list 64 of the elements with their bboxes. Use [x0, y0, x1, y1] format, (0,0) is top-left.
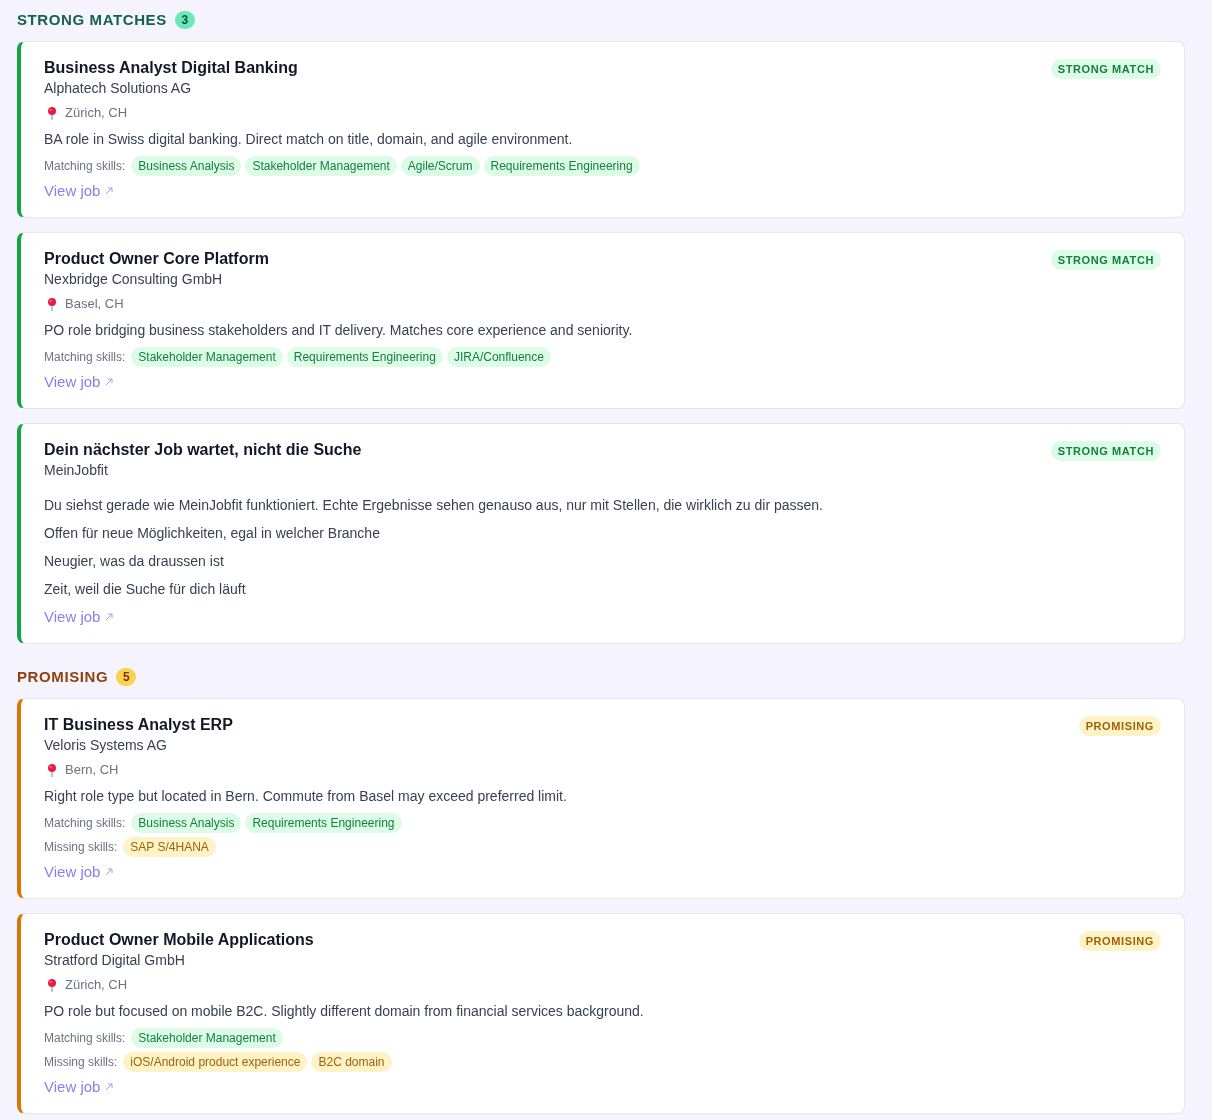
job-title: Business Analyst Digital Banking — [44, 58, 298, 78]
skill-tag: iOS/Android product experience — [123, 1052, 308, 1072]
job-description: Du siehst gerade wie MeinJobfit funktioniert. Echte Ergebnisse sehen genauso aus, nur mit Stellen, die wirklich zu dir passen. — [44, 496, 823, 515]
skill-tag: Stakeholder Management — [131, 1028, 283, 1048]
count-badge: 5 — [116, 668, 137, 686]
job-title: IT Business Analyst ERP — [44, 715, 233, 735]
job-description: Neugier, was da draussen ist — [44, 552, 225, 571]
location-text: Zürich, CH — [65, 104, 128, 122]
company-name: Stratford Digital GmbH — [44, 951, 186, 970]
skill-tag: Requirements Engineering — [286, 347, 443, 367]
skill-tag: Business Analysis — [131, 813, 242, 833]
view-job-link[interactable]: View job — [44, 372, 114, 392]
skill-tag: Requirements Engineering — [245, 813, 402, 833]
skill-tag: Business Analysis — [131, 156, 242, 176]
pin-icon — [47, 297, 57, 311]
skills-label: Matching skills: — [44, 349, 126, 365]
skills-label: Missing skills: — [44, 1054, 118, 1070]
job-title: Product Owner Mobile Applications — [44, 930, 314, 950]
skill-tag: Stakeholder Management — [131, 347, 283, 367]
view-job-link[interactable]: View job — [44, 862, 114, 882]
pin-icon — [47, 978, 57, 992]
company-name: MeinJobfit — [44, 461, 109, 480]
skill-tag: Stakeholder Management — [245, 156, 397, 176]
match-badge: STRONG MATCH — [1050, 250, 1161, 270]
skills-label: Missing skills: — [44, 839, 118, 855]
diagonal-arrow-icon — [105, 1083, 114, 1091]
skill-tag: B2C domain — [311, 1052, 392, 1072]
skills-label: Matching skills: — [44, 158, 126, 174]
section-heading: PROMISING — [17, 667, 109, 687]
diagonal-arrow-icon — [105, 187, 114, 195]
location-text: Basel, CH — [65, 295, 124, 313]
view-job-link[interactable]: View job — [44, 607, 114, 627]
job-title: Dein nächster Job wartet, nicht die Suche — [44, 440, 362, 460]
job-description: BA role in Swiss digital banking. Direct match on title, domain, and agile environment. — [44, 130, 573, 149]
match-badge: STRONG MATCH — [1050, 441, 1161, 461]
match-badge: STRONG MATCH — [1050, 59, 1161, 79]
job-description: PO role but focused on mobile B2C. Slightly different domain from financial services background. — [44, 1002, 644, 1021]
diagonal-arrow-icon — [105, 613, 114, 621]
skills-label: Matching skills: — [44, 815, 126, 831]
section-heading: STRONG MATCHES — [17, 10, 167, 30]
location-text: Bern, CH — [65, 761, 119, 779]
skill-tag: JIRA/Confluence — [446, 347, 551, 367]
company-name: Veloris Systems AG — [44, 736, 168, 755]
job-description: Offen für neue Möglichkeiten, egal in welcher Branche — [44, 524, 381, 543]
company-name: Alphatech Solutions AG — [44, 79, 193, 98]
location-text: Zürich, CH — [65, 976, 128, 994]
skills-label: Matching skills: — [44, 1030, 126, 1046]
pin-icon — [47, 106, 57, 120]
skill-tag: Requirements Engineering — [483, 156, 640, 176]
count-badge: 3 — [174, 11, 195, 29]
company-name: Nexbridge Consulting GmbH — [44, 270, 224, 289]
diagonal-arrow-icon — [105, 868, 114, 876]
match-badge: PROMISING — [1078, 931, 1161, 951]
job-description: Zeit, weil die Suche für dich läuft — [44, 580, 247, 599]
view-job-link[interactable]: View job — [44, 181, 114, 201]
diagonal-arrow-icon — [105, 378, 114, 386]
job-description: Right role type but located in Bern. Commute from Basel may exceed preferred limit. — [44, 787, 567, 806]
skill-tag: SAP S/4HANA — [123, 837, 216, 857]
pin-icon — [47, 763, 57, 777]
job-description: PO role bridging business stakeholders and IT delivery. Matches core experience and seniority. — [44, 321, 633, 340]
skill-tag: Agile/Scrum — [400, 156, 480, 176]
job-title: Product Owner Core Platform — [44, 249, 269, 269]
match-badge: PROMISING — [1078, 716, 1161, 736]
view-job-link[interactable]: View job — [44, 1077, 114, 1097]
